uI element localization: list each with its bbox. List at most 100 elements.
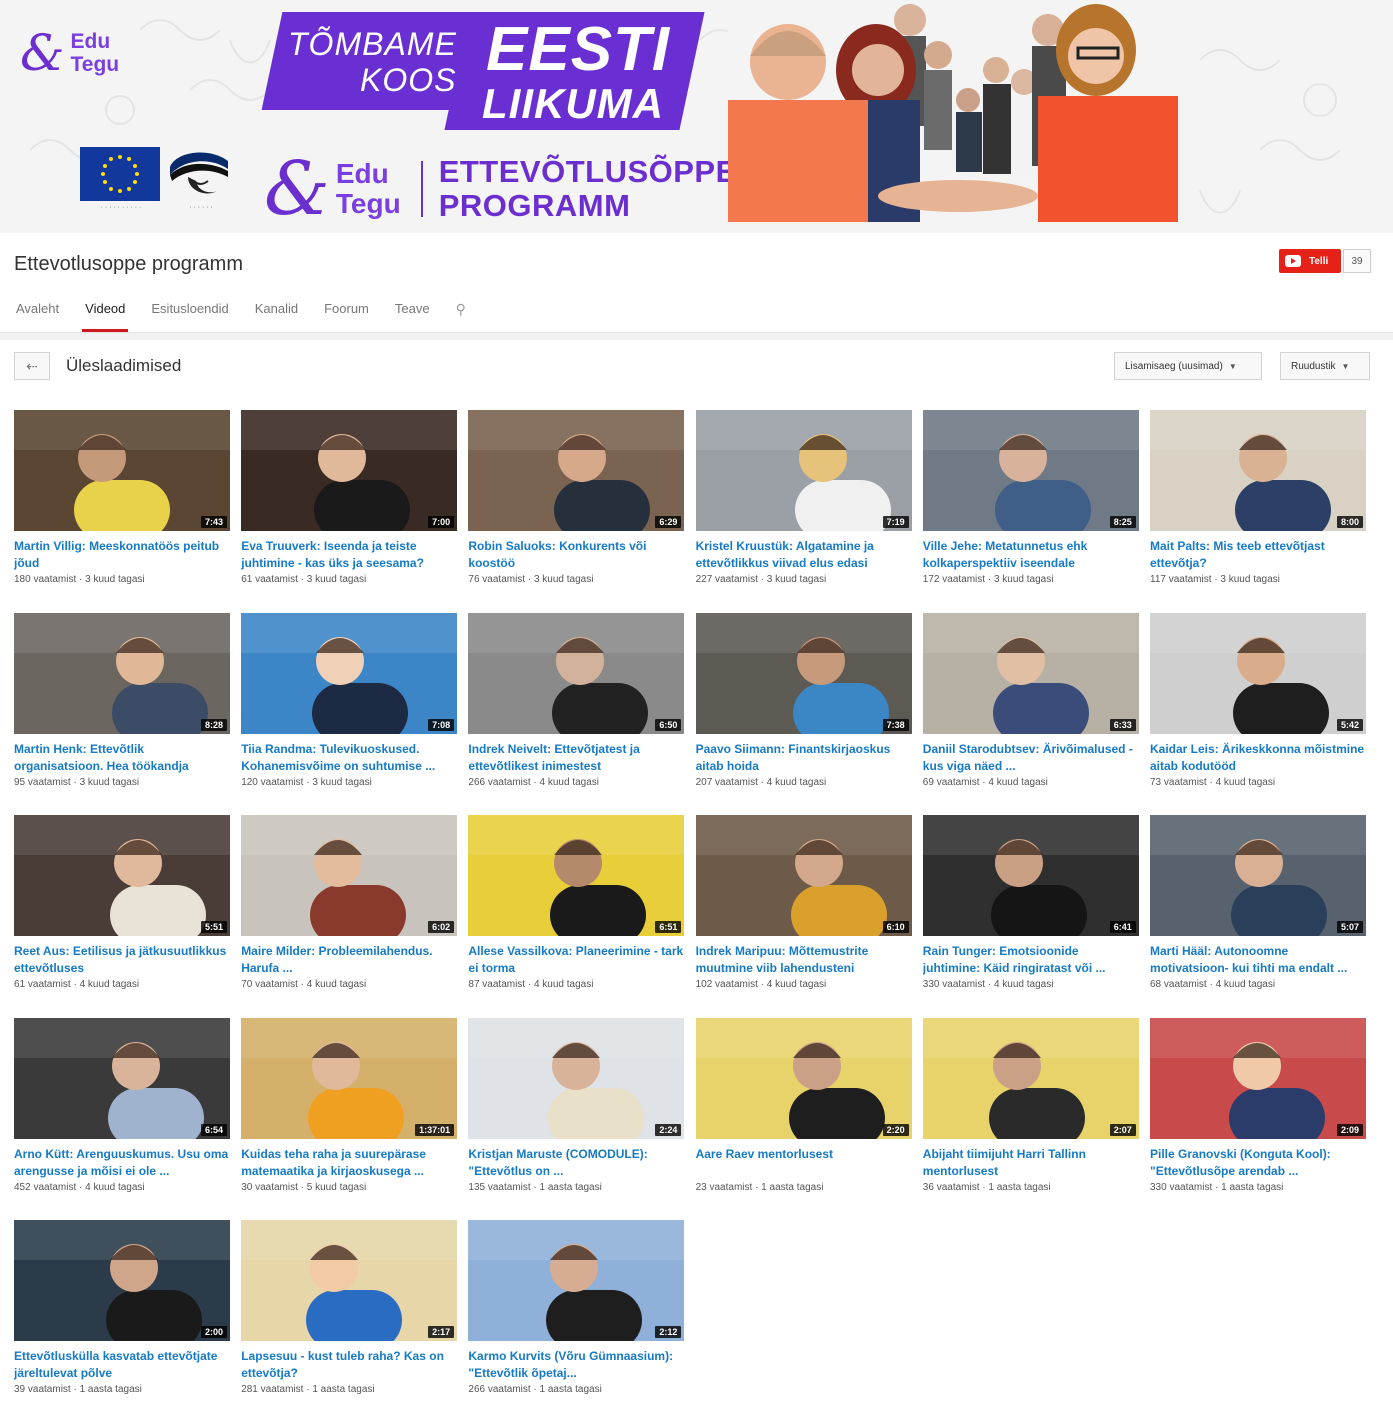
video-card[interactable]: 8:28 Martin Henk: Ettevõtlik organisatsi… — [14, 612, 230, 803]
video-thumbnail[interactable]: 6:02 — [241, 815, 458, 937]
video-card[interactable]: 6:54 Arno Kütt: Arenguuskumus. Usu oma a… — [14, 1017, 230, 1208]
video-thumbnail[interactable]: 7:38 — [695, 612, 912, 734]
video-title[interactable]: Rain Tunger: Emotsioonide juhtimine: Käi… — [923, 943, 1139, 977]
tab-home[interactable]: Avaleht — [16, 301, 59, 326]
video-title[interactable]: Mait Palts: Mis teeb ettevõtjast ettevõt… — [1150, 538, 1366, 572]
video-card[interactable]: 7:19 Kristel Kruustük: Algatamine ja ett… — [695, 410, 912, 600]
tab-discussion[interactable]: Foorum — [324, 301, 369, 326]
video-thumbnail[interactable]: 5:07 — [1150, 815, 1366, 937]
video-card[interactable]: 2:20 Aare Raev mentorlusest 23 vaatamist… — [695, 1017, 912, 1208]
video-card[interactable]: 5:07 Marti Hääl: Autonoomne motivatsioon… — [1150, 815, 1366, 1005]
video-card[interactable]: 7:43 Martin Villig: Meeskonnatöös peitub… — [14, 410, 230, 600]
video-thumbnail[interactable]: 1:37:01 — [241, 1017, 458, 1139]
video-thumbnail[interactable]: 2:12 — [468, 1220, 685, 1342]
video-thumbnail[interactable]: 8:28 — [14, 612, 230, 734]
video-card[interactable]: 2:24 Kristjan Maruste (COMODULE): "Ettev… — [468, 1017, 685, 1208]
video-card[interactable]: 7:08 Tiia Randma: Tulevikuoskused. Kohan… — [241, 612, 458, 803]
video-card[interactable]: 1:37:01 Kuidas teha raha ja suurepärase … — [241, 1017, 458, 1208]
tab-channels[interactable]: Kanalid — [255, 301, 298, 326]
video-thumbnail[interactable]: 2:09 — [1150, 1017, 1366, 1139]
video-title[interactable]: Pille Granovski (Konguta Kool): "Ettevõt… — [1150, 1146, 1366, 1180]
video-thumbnail[interactable]: 6:51 — [468, 815, 685, 937]
video-title[interactable]: Robin Saluoks: Konkurents või koostöö — [468, 538, 684, 572]
video-card[interactable]: 6:41 Rain Tunger: Emotsioonide juhtimine… — [922, 815, 1139, 1005]
video-card[interactable]: 2:09 Pille Granovski (Konguta Kool): "Et… — [1150, 1017, 1366, 1208]
video-card[interactable]: 2:12 Karmo Kurvits (Võru Gümnaasium): "E… — [468, 1220, 685, 1410]
video-title[interactable]: Reet Aus: Eetilisus ja jätkusuutlikkus e… — [14, 943, 230, 977]
video-card[interactable]: 6:02 Maire Milder: Probleemilahendus. Ha… — [241, 815, 458, 1005]
video-card[interactable]: 8:00 Mait Palts: Mis teeb ettevõtjast et… — [1150, 410, 1366, 600]
tab-videos[interactable]: Videod — [82, 301, 129, 332]
video-title[interactable]: Eva Truuverk: Iseenda ja teiste juhtimin… — [241, 538, 457, 572]
video-thumbnail[interactable]: 6:41 — [922, 815, 1139, 937]
video-thumbnail[interactable]: 7:08 — [241, 612, 458, 734]
video-title[interactable]: Martin Henk: Ettevõtlik organisatsioon. … — [14, 741, 230, 775]
video-meta: 73 vaatamist · 4 kuud tagasi — [1150, 776, 1276, 788]
video-card[interactable]: 8:25 Ville Jehe: Metatunnetus ehk kolkap… — [922, 410, 1139, 600]
video-thumbnail[interactable]: 6:50 — [468, 612, 685, 734]
video-card[interactable]: 6:29 Robin Saluoks: Konkurents või koost… — [468, 410, 685, 600]
video-title[interactable]: Kaidar Leis: Ärikeskkonna mõistmine aita… — [1150, 741, 1366, 775]
video-thumbnail[interactable]: 5:42 — [1150, 612, 1366, 734]
video-card[interactable]: 2:17 Lapsesuu - kust tuleb raha? Kas on … — [241, 1220, 458, 1410]
video-thumbnail[interactable]: 7:19 — [695, 410, 912, 531]
video-thumbnail[interactable]: 2:17 — [241, 1220, 458, 1342]
video-title[interactable]: Kuidas teha raha ja suurepärase matemaat… — [241, 1146, 457, 1180]
video-title[interactable]: Ville Jehe: Metatunnetus ehk kolkaperspe… — [923, 538, 1139, 572]
video-duration: 2:00 — [200, 1326, 227, 1339]
video-thumbnail[interactable]: 2:20 — [695, 1017, 912, 1139]
video-card[interactable]: 7:38 Paavo Siimann: Finantskirjaoskus ai… — [695, 612, 912, 803]
sort-dropdown[interactable]: Lisamisaeg (uusimad) ▼ — [1114, 352, 1262, 380]
video-card[interactable]: 2:00 Ettevõtluskülla kasvatab ettevõtjat… — [14, 1220, 230, 1410]
video-title[interactable]: Maire Milder: Probleemilahendus. Harufa … — [241, 943, 457, 977]
tab-about[interactable]: Teave — [395, 301, 430, 326]
video-thumbnail[interactable]: 6:10 — [695, 815, 912, 937]
search-icon[interactable]: ⚲ — [456, 301, 466, 326]
channel-title[interactable]: Ettevotlusoppe programm — [14, 253, 243, 276]
video-card[interactable]: 6:50 Indrek Neivelt: Ettevõtjatest ja et… — [468, 612, 685, 803]
video-card[interactable]: 7:00 Eva Truuverk: Iseenda ja teiste juh… — [241, 410, 458, 600]
video-thumbnail[interactable]: 8:25 — [922, 410, 1139, 531]
video-duration: 7:08 — [428, 718, 455, 731]
video-card[interactable]: 6:51 Allese Vassilkova: Planeerimine - t… — [468, 815, 685, 1005]
video-thumbnail[interactable]: 6:54 — [14, 1017, 230, 1139]
video-title[interactable]: Martin Villig: Meeskonnatöös peitub jõud — [14, 538, 230, 572]
video-title[interactable]: Indrek Maripuu: Mõttemustrite muutmine v… — [696, 943, 912, 977]
tab-playlists[interactable]: Esitusloendid — [151, 301, 228, 326]
video-thumbnail[interactable]: 8:00 — [1150, 410, 1366, 531]
video-title[interactable]: Daniil Starodubtsev: Ärivõimalused - kus… — [923, 741, 1139, 775]
uploads-header: ⇠ Üleslaadimised Lisamisaeg (uusimad) ▼ … — [14, 352, 1370, 382]
back-arrow-icon[interactable]: ⇠ — [14, 352, 50, 380]
video-thumbnail[interactable]: 2:00 — [14, 1220, 230, 1342]
video-card[interactable]: 5:42 Kaidar Leis: Ärikeskkonna mõistmine… — [1150, 612, 1366, 803]
estonia-logo-icon — [170, 152, 228, 194]
video-thumbnail[interactable]: 7:43 — [14, 410, 230, 531]
video-title[interactable]: Arno Kütt: Arenguuskumus. Usu oma arengu… — [14, 1146, 230, 1180]
video-thumbnail[interactable]: 5:51 — [14, 815, 230, 937]
video-card[interactable]: 6:10 Indrek Maripuu: Mõttemustrite muutm… — [695, 815, 912, 1005]
video-thumbnail[interactable]: 6:33 — [922, 612, 1139, 734]
subscribe-button[interactable]: Telli — [1279, 249, 1341, 273]
video-title[interactable]: Kristel Kruustük: Algatamine ja ettevõtl… — [696, 538, 912, 572]
video-title[interactable]: Lapsesuu - kust tuleb raha? Kas on ettev… — [241, 1348, 457, 1382]
video-thumbnail[interactable]: 6:29 — [468, 410, 685, 531]
video-title[interactable]: Allese Vassilkova: Planeerimine - tark e… — [468, 943, 684, 977]
video-title[interactable]: Ettevõtluskülla kasvatab ettevõtjate jär… — [14, 1348, 230, 1382]
video-title[interactable]: Kristjan Maruste (COMODULE): "Ettevõtlus… — [468, 1146, 684, 1180]
video-title[interactable]: Marti Hääl: Autonoomne motivatsioon- kui… — [1150, 943, 1366, 977]
video-title[interactable]: Karmo Kurvits (Võru Gümnaasium): "Ettevõ… — [468, 1348, 684, 1382]
video-title[interactable]: Aare Raev mentorlusest — [696, 1146, 912, 1180]
video-card[interactable]: 5:51 Reet Aus: Eetilisus ja jätkusuutlik… — [14, 815, 230, 1005]
video-title[interactable]: Paavo Siimann: Finantskirjaoskus aitab h… — [696, 741, 912, 775]
video-thumbnail[interactable]: 2:07 — [922, 1017, 1139, 1139]
video-title[interactable]: Abijaht tiimijuht Harri Tallinn mentorlu… — [923, 1146, 1139, 1180]
video-meta: 30 vaatamist · 5 kuud tagasi — [241, 1181, 367, 1193]
video-meta: 39 vaatamist · 1 aasta tagasi — [14, 1384, 142, 1396]
video-card[interactable]: 2:07 Abijaht tiimijuht Harri Tallinn men… — [922, 1017, 1139, 1208]
video-thumbnail[interactable]: 7:00 — [241, 410, 458, 531]
view-dropdown[interactable]: Ruudustik ▼ — [1280, 352, 1370, 380]
video-title[interactable]: Indrek Neivelt: Ettevõtjatest ja ettevõt… — [468, 741, 684, 775]
video-thumbnail[interactable]: 2:24 — [468, 1017, 685, 1139]
video-card[interactable]: 6:33 Daniil Starodubtsev: Ärivõimalused … — [922, 612, 1139, 803]
video-title[interactable]: Tiia Randma: Tulevikuoskused. Kohanemisv… — [241, 741, 457, 775]
